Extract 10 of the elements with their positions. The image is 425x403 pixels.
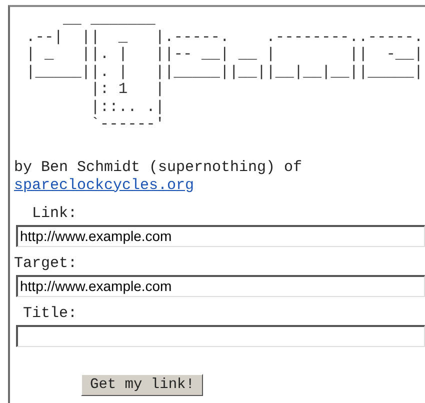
site-link[interactable]: spareclockcycles.org <box>14 176 194 194</box>
ascii-logo: __ _______ .--| || _ |.-----. .--------..-----. | _ ||. | ||-- __| __ | || -__| |_____||. | ||_____||__||__|__|__||_____| |: 1 | |::.. .| `------' <box>26 11 424 134</box>
submit-button[interactable]: Get my link! <box>81 374 204 396</box>
field-label: Link: <box>32 206 78 220</box>
byline: by Ben Schmidt (supernothing) of <box>14 158 304 176</box>
input-field[interactable] <box>16 324 425 346</box>
input-field[interactable]: http://www.example.com <box>16 274 425 296</box>
input-field[interactable]: http://www.example.com <box>16 224 425 246</box>
field-label: Title: <box>23 306 78 320</box>
field-label: Target: <box>14 256 78 270</box>
